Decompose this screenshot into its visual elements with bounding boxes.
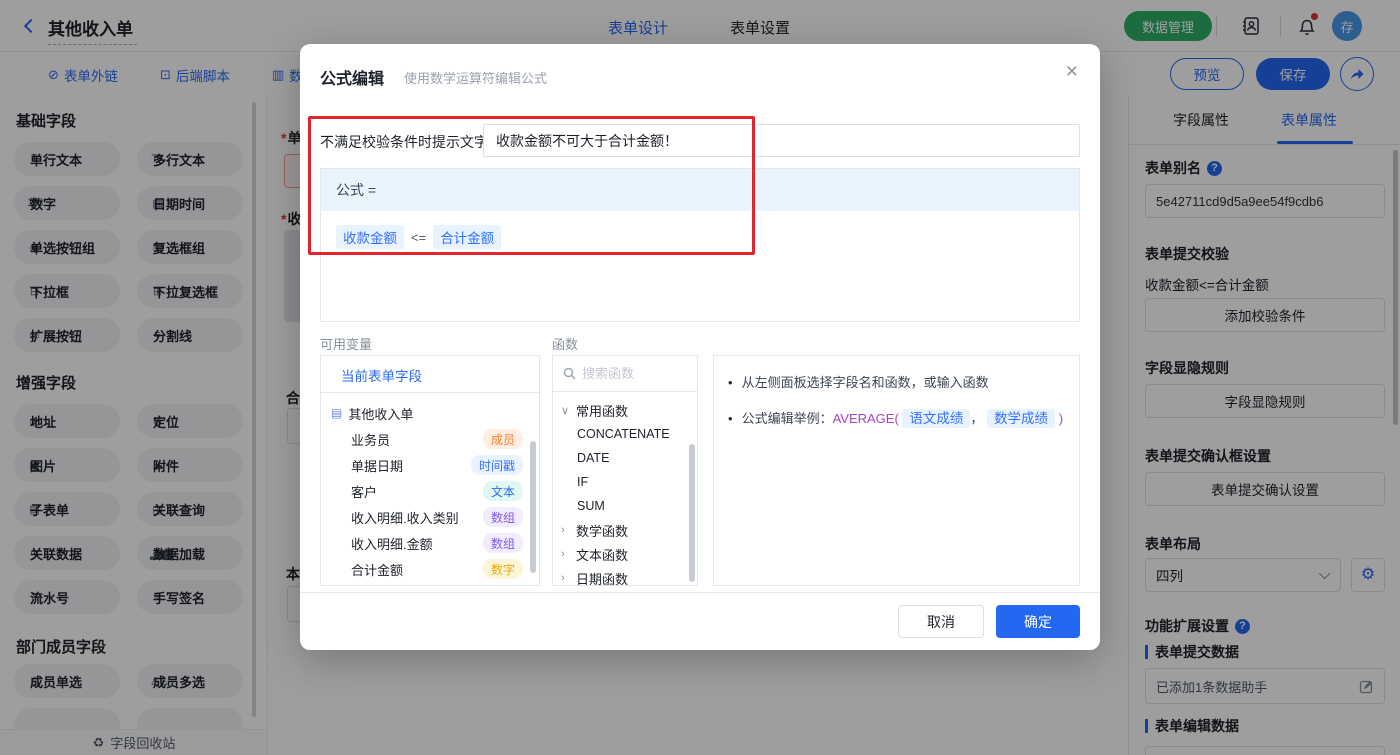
function-group[interactable]: ∨ 常用函数 [553,398,697,422]
example-text: 公式编辑举例：AVERAGE( 语文成绩， 数学成绩 ) [741,409,1064,428]
cancel-button[interactable]: 取消 [898,605,984,638]
formula-editor-modal: 公式编辑 使用数学运算符编辑公式 × 不满足校验条件时提示文字: 公式 = 收款… [300,44,1100,650]
chevron-icon: › [561,524,565,536]
modal-title: 公式编辑 [320,71,385,88]
variable-row[interactable]: 收入明细.收入类别 数组 [321,504,539,530]
function-group-label: 数学函数 [576,523,629,539]
formula-chip-left[interactable]: 收款金额 [336,225,404,249]
chevron-icon: › [561,548,565,560]
modal-subtitle: 使用数学运算符编辑公式 [404,71,548,86]
function-search[interactable] [553,356,697,392]
variable-name: 客户 [351,484,378,500]
variable-row[interactable]: 客户 文本 [321,478,539,504]
example-chip: 语文成绩 [902,409,971,428]
function-search-input[interactable] [582,366,677,381]
variables-tabrow: 当前表单字段 [321,356,539,393]
close-icon[interactable]: × [1066,60,1078,84]
tree-root-label: 其他收入单 [348,406,414,422]
variable-row[interactable]: 收入明细.金额 数组 [321,530,539,556]
variable-type-badge: 成员 [482,429,523,449]
tip-item-example: • 公式编辑举例：AVERAGE( 语文成绩， 数学成绩 ) [728,408,1065,430]
variable-type-badge: 数组 [482,533,523,553]
variable-row[interactable]: 业务员 成员 [321,426,539,452]
variables-scrollbar[interactable] [530,441,536,573]
function-item-label: SUM [577,499,605,513]
ok-button[interactable]: 确定 [996,605,1080,638]
example-chip: 数学成绩 [987,409,1056,428]
variable-row[interactable] [321,582,539,585]
bullet: • [728,375,733,390]
divider [300,592,1100,593]
variables-label: 可用变量 [320,337,373,352]
variable-row[interactable]: 单据日期 时间戳 [321,452,539,478]
formula-label: 公式 = [336,182,377,198]
function-item-label: IF [577,475,589,489]
functions-panel: ∨ 常用函数 CONCATENATE DATE IF SUM › 数学函数 › … [552,355,698,586]
function-group[interactable]: › 文本函数 [553,542,697,566]
function-item[interactable]: IF [553,470,697,494]
function-group-label: 日期函数 [576,571,629,586]
variable-type-badge: 时间戳 [470,455,523,475]
example-close-paren: ) [1058,411,1064,426]
variable-name: 合计金额 [351,562,404,578]
functions-scrollbar[interactable] [689,444,695,582]
variables-panel: 当前表单字段 ▤ 其他收入单 业务员 成员 单据日期 时间戳 客户 文本 收入明… [320,355,540,586]
variable-name: 单据日期 [351,458,404,474]
variable-row[interactable]: 合计金额 数字 [321,556,539,582]
variable-name: 收入明细.金额 [351,536,433,552]
function-item-label: CONCATENATE [577,427,670,441]
function-group-label: 常用函数 [576,403,629,419]
variable-name: 业务员 [351,432,391,448]
function-group[interactable]: › 数学函数 [553,518,697,542]
chevron-icon: › [561,572,565,584]
example-function: AVERAGE( [832,411,899,426]
function-item[interactable]: SUM [553,494,697,518]
prompt-text-input[interactable] [483,124,1080,157]
formula-chip-right[interactable]: 合计金额 [433,225,502,249]
function-item[interactable]: DATE [553,446,697,470]
tips-panel: • 从左侧面板选择字段名和函数，或输入函数 • 公式编辑举例：AVERAGE( … [713,355,1080,586]
chevron-icon: ∨ [561,404,570,417]
tree-root[interactable]: ▤ 其他收入单 [321,400,539,426]
formula-panel: 公式 = 收款金额 <= 合计金额 [320,168,1080,322]
formula-header: 公式 = [321,169,1079,211]
document-icon: ▤ [331,406,343,420]
functions-label: 函数 [552,337,579,352]
prompt-text-label: 不满足校验条件时提示文字: [320,134,492,150]
variable-type-badge: 文本 [482,481,523,501]
function-group-label: 文本函数 [576,547,629,563]
variable-type-badge: 数组 [482,507,523,527]
variable-name: 收入明细.收入类别 [351,510,459,526]
function-item-label: DATE [577,451,610,465]
variable-type-badge: 数字 [482,559,523,579]
formula-operator: <= [411,229,427,245]
tab-current-form-fields[interactable]: 当前表单字段 [341,365,422,385]
search-icon [563,367,576,380]
function-item[interactable]: CONCATENATE [553,422,697,446]
bullet: • [728,411,733,426]
formula-expression[interactable]: 收款金额 <= 合计金额 [336,225,502,249]
tip-item: • 从左侧面板选择字段名和函数，或输入函数 [728,372,1065,394]
function-group[interactable]: › 日期函数 [553,566,697,586]
